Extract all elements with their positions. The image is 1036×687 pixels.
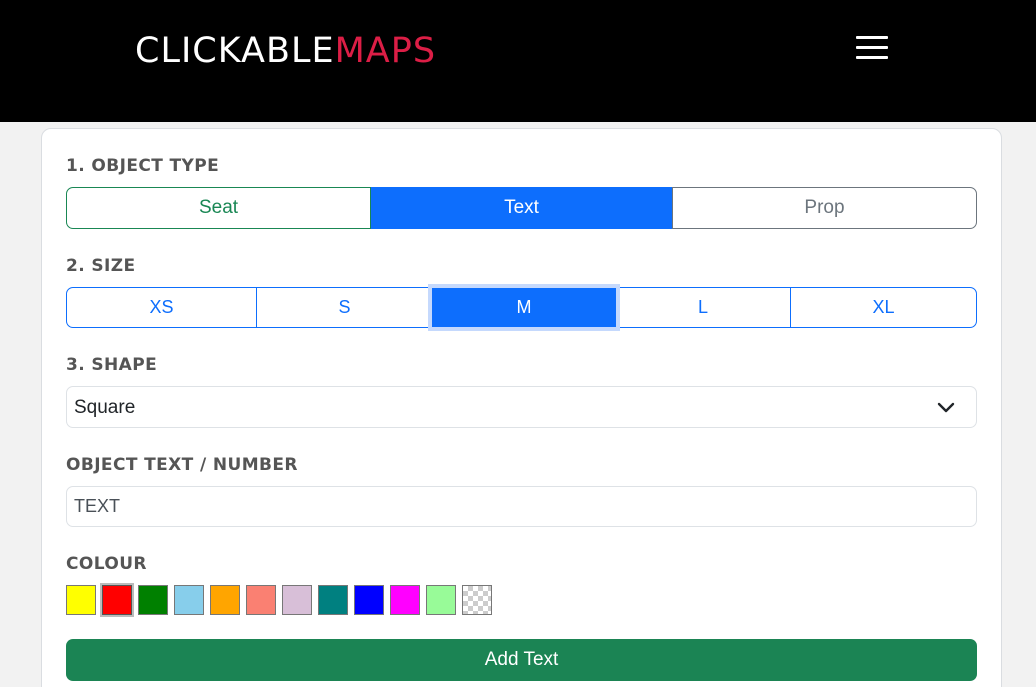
colour-swatch-sky-blue[interactable] [174,585,204,615]
colour-swatch-transparent[interactable] [462,585,492,615]
colour-swatches [66,585,498,615]
object-type-prop-button[interactable]: Prop [672,187,977,229]
hamburger-icon[interactable] [856,34,888,62]
shape-select[interactable]: Square [66,386,977,428]
colour-swatch-teal[interactable] [318,585,348,615]
size-label: 2. SIZE [66,256,136,276]
chevron-down-icon [937,402,955,413]
colour-swatch-magenta[interactable] [390,585,420,615]
colour-label: COLOUR [66,554,147,574]
colour-swatch-salmon[interactable] [246,585,276,615]
size-group: XS S M L XL [66,287,977,328]
colour-swatch-thistle[interactable] [282,585,312,615]
brand-logo[interactable]: CLICKABLEMAPS [135,30,436,72]
colour-swatch-red[interactable] [102,585,132,615]
shape-selected-value: Square [74,397,136,418]
object-text-input[interactable] [66,486,977,527]
size-l-button[interactable]: L [616,288,790,327]
logo-text-maps: MAPS [334,31,437,71]
size-m-button[interactable]: M [432,288,616,327]
colour-swatch-orange[interactable] [210,585,240,615]
hamburger-line [856,36,888,39]
object-type-group: Seat Text Prop [66,187,977,229]
object-type-label: 1. OBJECT TYPE [66,156,220,176]
add-text-button[interactable]: Add Text [66,639,977,681]
hamburger-line [856,46,888,49]
hamburger-line [856,56,888,59]
object-text-label: OBJECT TEXT / NUMBER [66,455,298,475]
colour-swatch-yellow[interactable] [66,585,96,615]
shape-label: 3. SHAPE [66,355,158,375]
object-type-text-button[interactable]: Text [371,187,672,229]
colour-swatch-blue[interactable] [354,585,384,615]
size-xl-button[interactable]: XL [790,288,976,327]
size-s-button[interactable]: S [256,288,432,327]
logo-text-clickable: CLICKABLE [135,31,335,71]
object-type-seat-button[interactable]: Seat [66,187,371,229]
colour-swatch-green[interactable] [138,585,168,615]
size-xs-button[interactable]: XS [67,288,256,327]
top-navbar: CLICKABLEMAPS [0,0,1036,122]
colour-swatch-pale-green[interactable] [426,585,456,615]
